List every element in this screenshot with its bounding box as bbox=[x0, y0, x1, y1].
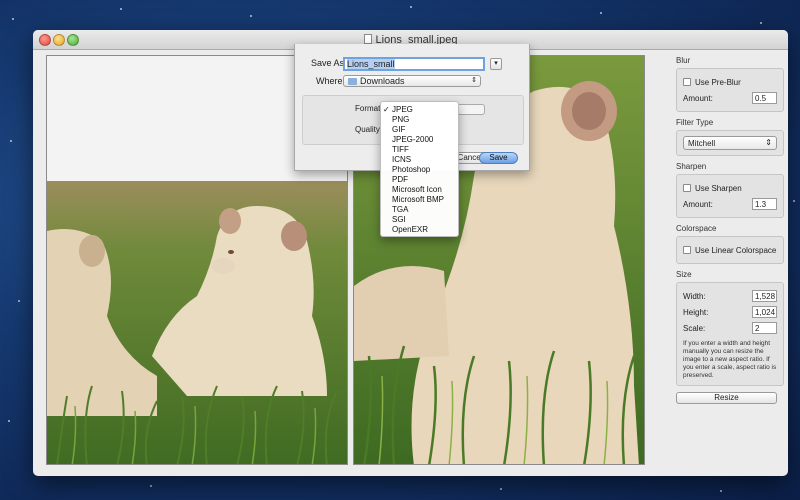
use-sharpen-checkbox[interactable]: Use Sharpen bbox=[683, 184, 742, 193]
save-as-input[interactable]: Lions_small bbox=[343, 57, 485, 71]
save-button[interactable]: Save bbox=[479, 152, 518, 164]
checkmark-icon: ✓ bbox=[383, 105, 390, 114]
quality-label: Quality bbox=[355, 125, 380, 134]
colorspace-section-title: Colorspace bbox=[676, 224, 717, 233]
size-section-title: Size bbox=[676, 270, 692, 279]
colorspace-group: Use Linear Colorspace bbox=[676, 236, 784, 264]
chevron-down-icon: ▾ bbox=[494, 60, 498, 67]
where-label: Where: bbox=[316, 76, 346, 86]
menu-item-tiff[interactable]: TIFF bbox=[381, 145, 458, 155]
use-linear-colorspace-checkbox[interactable]: Use Linear Colorspace bbox=[683, 246, 776, 255]
filter-type-select[interactable]: Mitchell ⇕ bbox=[683, 136, 777, 150]
size-group: Width: 1,528 Height: 1,024 Scale: 2 If y… bbox=[676, 282, 784, 386]
format-select[interactable] bbox=[455, 104, 485, 115]
checkbox-box[interactable] bbox=[683, 184, 691, 192]
close-button[interactable] bbox=[39, 34, 51, 46]
folder-icon bbox=[348, 78, 357, 85]
use-preblur-checkbox[interactable]: Use Pre-Blur bbox=[683, 78, 741, 87]
menu-item-jpeg[interactable]: ✓ JPEG bbox=[381, 105, 458, 115]
menu-item-tga[interactable]: TGA bbox=[381, 205, 458, 215]
updown-arrow-icon: ⇕ bbox=[765, 138, 772, 147]
menu-item-gif[interactable]: GIF bbox=[381, 125, 458, 135]
sharpen-section-title: Sharpen bbox=[676, 162, 707, 171]
menu-item-icns[interactable]: ICNS bbox=[381, 155, 458, 165]
menu-item-jpeg-2000[interactable]: JPEG-2000 bbox=[381, 135, 458, 145]
save-as-label: Save As: bbox=[311, 58, 347, 68]
scale-input[interactable]: 2 bbox=[752, 322, 777, 334]
sharpen-group: Use Sharpen Amount: 1.3 bbox=[676, 174, 784, 218]
menu-item-png[interactable]: PNG bbox=[381, 115, 458, 125]
updown-arrow-icon: ⇕ bbox=[471, 77, 477, 84]
format-dropdown-menu: ✓ JPEG PNG GIF JPEG-2000 TIFF ICNS Photos… bbox=[380, 101, 459, 237]
blur-section-title: Blur bbox=[676, 56, 691, 65]
settings-sidebar: Blur Use Pre-Blur Amount: 0.5 Filter Typ… bbox=[676, 56, 784, 404]
format-label: Format bbox=[355, 104, 381, 113]
menu-item-openexr[interactable]: OpenEXR bbox=[381, 225, 458, 235]
scale-label: Scale: bbox=[683, 323, 706, 333]
height-input[interactable]: 1,024 bbox=[752, 306, 777, 318]
filter-type-title: Filter Type bbox=[676, 118, 714, 127]
sharpen-amount-input[interactable]: 1.3 bbox=[752, 198, 777, 210]
checkbox-box[interactable] bbox=[683, 78, 691, 86]
blur-group: Use Pre-Blur Amount: 0.5 bbox=[676, 68, 784, 112]
width-input[interactable]: 1,528 bbox=[752, 290, 777, 302]
document-icon bbox=[363, 34, 372, 44]
blur-amount-label: Amount: bbox=[683, 93, 713, 103]
filter-type-group: Mitchell ⇕ bbox=[676, 130, 784, 156]
height-label: Height: bbox=[683, 307, 709, 317]
menu-item-photoshop[interactable]: Photoshop bbox=[381, 165, 458, 175]
size-help-note: If you enter a width and height manually… bbox=[683, 340, 777, 379]
checkbox-box[interactable] bbox=[683, 246, 691, 254]
menu-item-microsoft-bmp[interactable]: Microsoft BMP bbox=[381, 195, 458, 205]
expand-dialog-button[interactable]: ▾ bbox=[490, 58, 502, 70]
minimize-button[interactable] bbox=[53, 34, 65, 46]
width-label: Width: bbox=[683, 291, 706, 301]
sharpen-amount-label: Amount: bbox=[683, 199, 713, 209]
resize-button[interactable]: Resize bbox=[676, 392, 777, 404]
menu-item-microsoft-icon[interactable]: Microsoft Icon bbox=[381, 185, 458, 195]
zoom-button[interactable] bbox=[67, 34, 79, 46]
blur-amount-input[interactable]: 0.5 bbox=[752, 92, 777, 104]
where-select[interactable]: Downloads ⇕ bbox=[343, 75, 481, 87]
menu-item-pdf[interactable]: PDF bbox=[381, 175, 458, 185]
menu-item-sgi[interactable]: SGI bbox=[381, 215, 458, 225]
